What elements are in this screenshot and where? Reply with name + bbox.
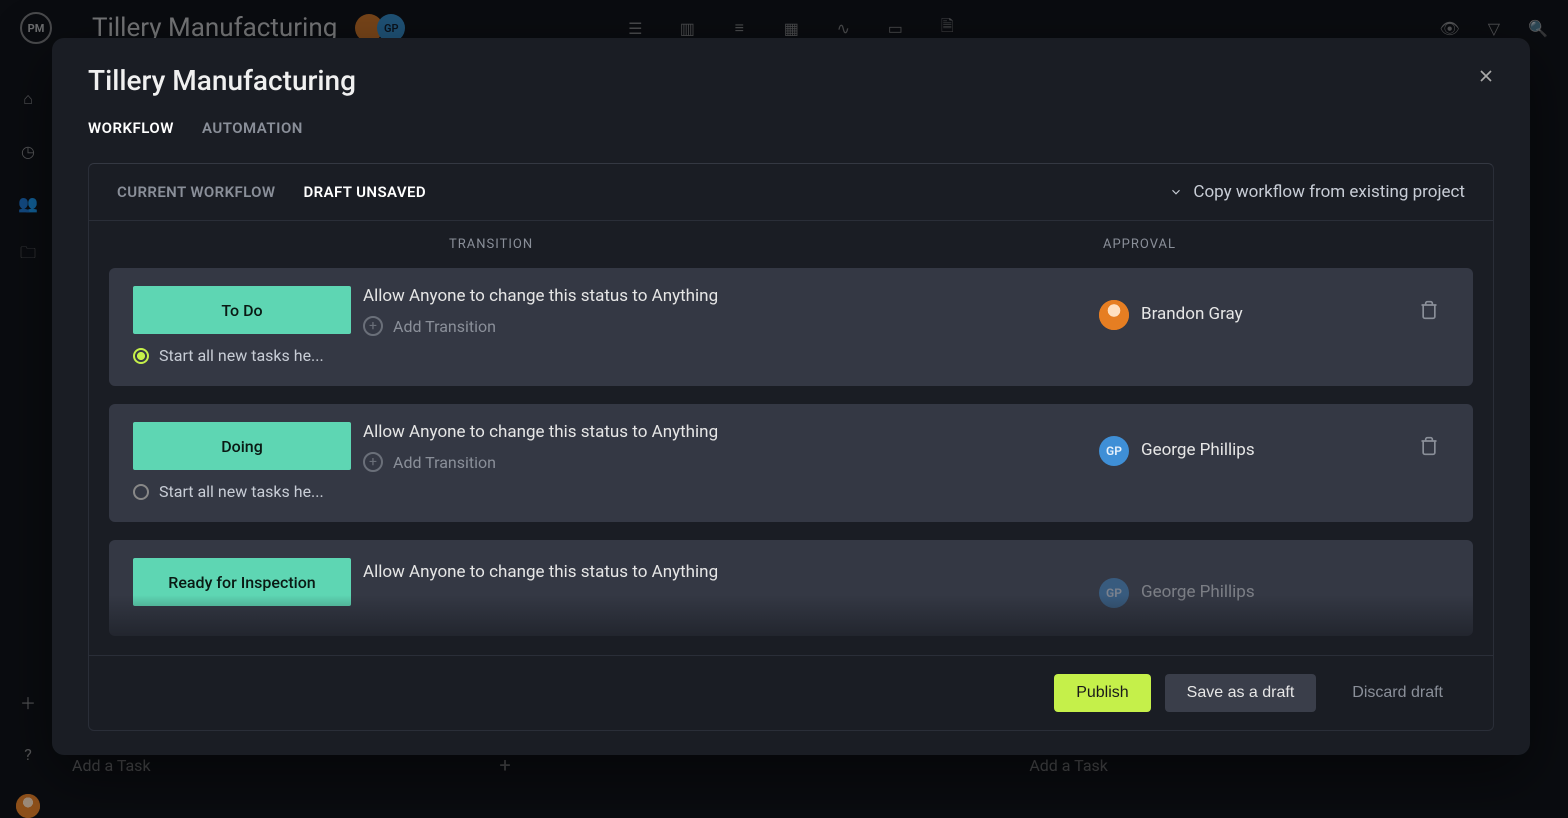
gantt-view-icon: ≡ — [729, 18, 749, 38]
add-transition-button[interactable]: + Add Transition — [363, 452, 1099, 472]
status-column: Ready for Inspection — [133, 558, 351, 618]
save-draft-button[interactable]: Save as a draft — [1165, 674, 1317, 712]
user-avatar-icon — [17, 795, 39, 817]
close-button[interactable] — [1474, 64, 1498, 88]
panel-footer: Publish Save as a draft Discard draft — [89, 655, 1493, 730]
modal-header: Tillery Manufacturing — [52, 38, 1530, 97]
close-icon — [1476, 66, 1496, 86]
add-icon: ＋ — [17, 691, 39, 713]
modal-title: Tillery Manufacturing — [88, 64, 1494, 97]
help-icon: ? — [17, 743, 39, 765]
workflow-row: To Do Start all new tasks he... Allow An… — [109, 268, 1473, 386]
workflow-sub-tabs: CURRENT WORKFLOW DRAFT UNSAVED — [117, 183, 426, 201]
workflow-panel: CURRENT WORKFLOW DRAFT UNSAVED Copy work… — [88, 163, 1494, 731]
status-chip[interactable]: To Do — [133, 286, 351, 334]
filter-icon: ▽ — [1488, 19, 1500, 38]
chevron-down-icon — [1169, 185, 1183, 199]
projects-icon: 🗀 — [17, 244, 39, 266]
status-column: To Do Start all new tasks he... — [133, 286, 351, 368]
sub-tab-current[interactable]: CURRENT WORKFLOW — [117, 183, 276, 201]
transition-column: Allow Anyone to change this status to An… — [351, 286, 1099, 368]
radio-icon — [133, 348, 149, 364]
start-here-option[interactable]: Start all new tasks he... — [133, 482, 351, 501]
activity-view-icon: ∿ — [833, 18, 853, 38]
search-icon: 🔍 — [1528, 19, 1548, 38]
radio-icon — [133, 484, 149, 500]
publish-button[interactable]: Publish — [1054, 674, 1150, 712]
calendar-view-icon: ▭ — [885, 18, 905, 38]
team-icon: 👥 — [17, 192, 39, 214]
app-sidebar: ⌂ ◷ 👥 🗀 ＋ ? — [0, 60, 56, 817]
delete-row-button[interactable] — [1409, 558, 1449, 618]
start-here-option[interactable]: Start all new tasks he... — [133, 346, 351, 365]
approver-name: George Phillips — [1141, 436, 1255, 460]
approval-column: GP George Phillips — [1099, 422, 1409, 504]
transition-rule-text: Allow Anyone to change this status to An… — [363, 286, 1099, 306]
recent-icon: ◷ — [17, 140, 39, 162]
trash-icon — [1419, 300, 1439, 320]
status-chip[interactable]: Ready for Inspection — [133, 558, 351, 606]
board-columns-bg: Add a Task+ Add a Task — [72, 753, 1508, 777]
plus-circle-icon: + — [363, 452, 383, 472]
transition-rule-text: Allow Anyone to change this status to An… — [363, 562, 1099, 582]
workflow-modal: Tillery Manufacturing WORKFLOW AUTOMATIO… — [52, 38, 1530, 755]
workflow-row: Doing Start all new tasks he... Allow An… — [109, 404, 1473, 522]
sheet-view-icon: ▦ — [781, 18, 801, 38]
transition-column: Allow Anyone to change this status to An… — [351, 558, 1099, 618]
tab-workflow[interactable]: WORKFLOW — [88, 119, 174, 147]
approver-name: Brandon Gray — [1141, 300, 1243, 324]
tab-automation[interactable]: AUTOMATION — [202, 119, 303, 147]
approver-name: George Phillips — [1141, 578, 1255, 602]
status-column: Doing Start all new tasks he... — [133, 422, 351, 504]
view-toolbar: ☰ ▥ ≡ ▦ ∿ ▭ 🗎 — [625, 18, 957, 38]
status-chip[interactable]: Doing — [133, 422, 351, 470]
column-headers: TRANSITION APPROVAL — [89, 221, 1493, 268]
delete-row-button[interactable] — [1409, 422, 1449, 504]
approval-column: Brandon Gray — [1099, 286, 1409, 368]
add-transition-button[interactable]: + Add Transition — [363, 316, 1099, 336]
transition-rule-text: Allow Anyone to change this status to An… — [363, 422, 1099, 442]
header-actions: 👁 ▽ 🔍 — [1439, 19, 1548, 38]
column-header-approval: APPROVAL — [1103, 237, 1453, 252]
approval-column: GP George Phillips — [1099, 558, 1409, 618]
workflow-row: Ready for Inspection Allow Anyone to cha… — [109, 540, 1473, 636]
home-icon: ⌂ — [17, 88, 39, 110]
approver-avatar: GP — [1099, 436, 1129, 466]
column-header-transition: TRANSITION — [449, 237, 533, 252]
app-logo: PM — [20, 12, 52, 44]
trash-icon — [1419, 436, 1439, 456]
approver-avatar — [1099, 300, 1129, 330]
transition-column: Allow Anyone to change this status to An… — [351, 422, 1099, 504]
list-view-icon: ☰ — [625, 18, 645, 38]
visibility-icon: 👁 — [1439, 19, 1459, 38]
sub-tab-draft[interactable]: DRAFT UNSAVED — [304, 183, 427, 201]
delete-row-button[interactable] — [1409, 286, 1449, 368]
copy-workflow-link[interactable]: Copy workflow from existing project — [1169, 182, 1465, 202]
files-view-icon: 🗎 — [937, 18, 957, 38]
discard-draft-button[interactable]: Discard draft — [1330, 674, 1465, 712]
board-view-icon: ▥ — [677, 18, 697, 38]
plus-circle-icon: + — [363, 316, 383, 336]
modal-tabs: WORKFLOW AUTOMATION — [52, 97, 1530, 147]
approver-avatar: GP — [1099, 578, 1129, 608]
workflow-rows: To Do Start all new tasks he... Allow An… — [89, 268, 1493, 655]
panel-header: CURRENT WORKFLOW DRAFT UNSAVED Copy work… — [89, 164, 1493, 221]
